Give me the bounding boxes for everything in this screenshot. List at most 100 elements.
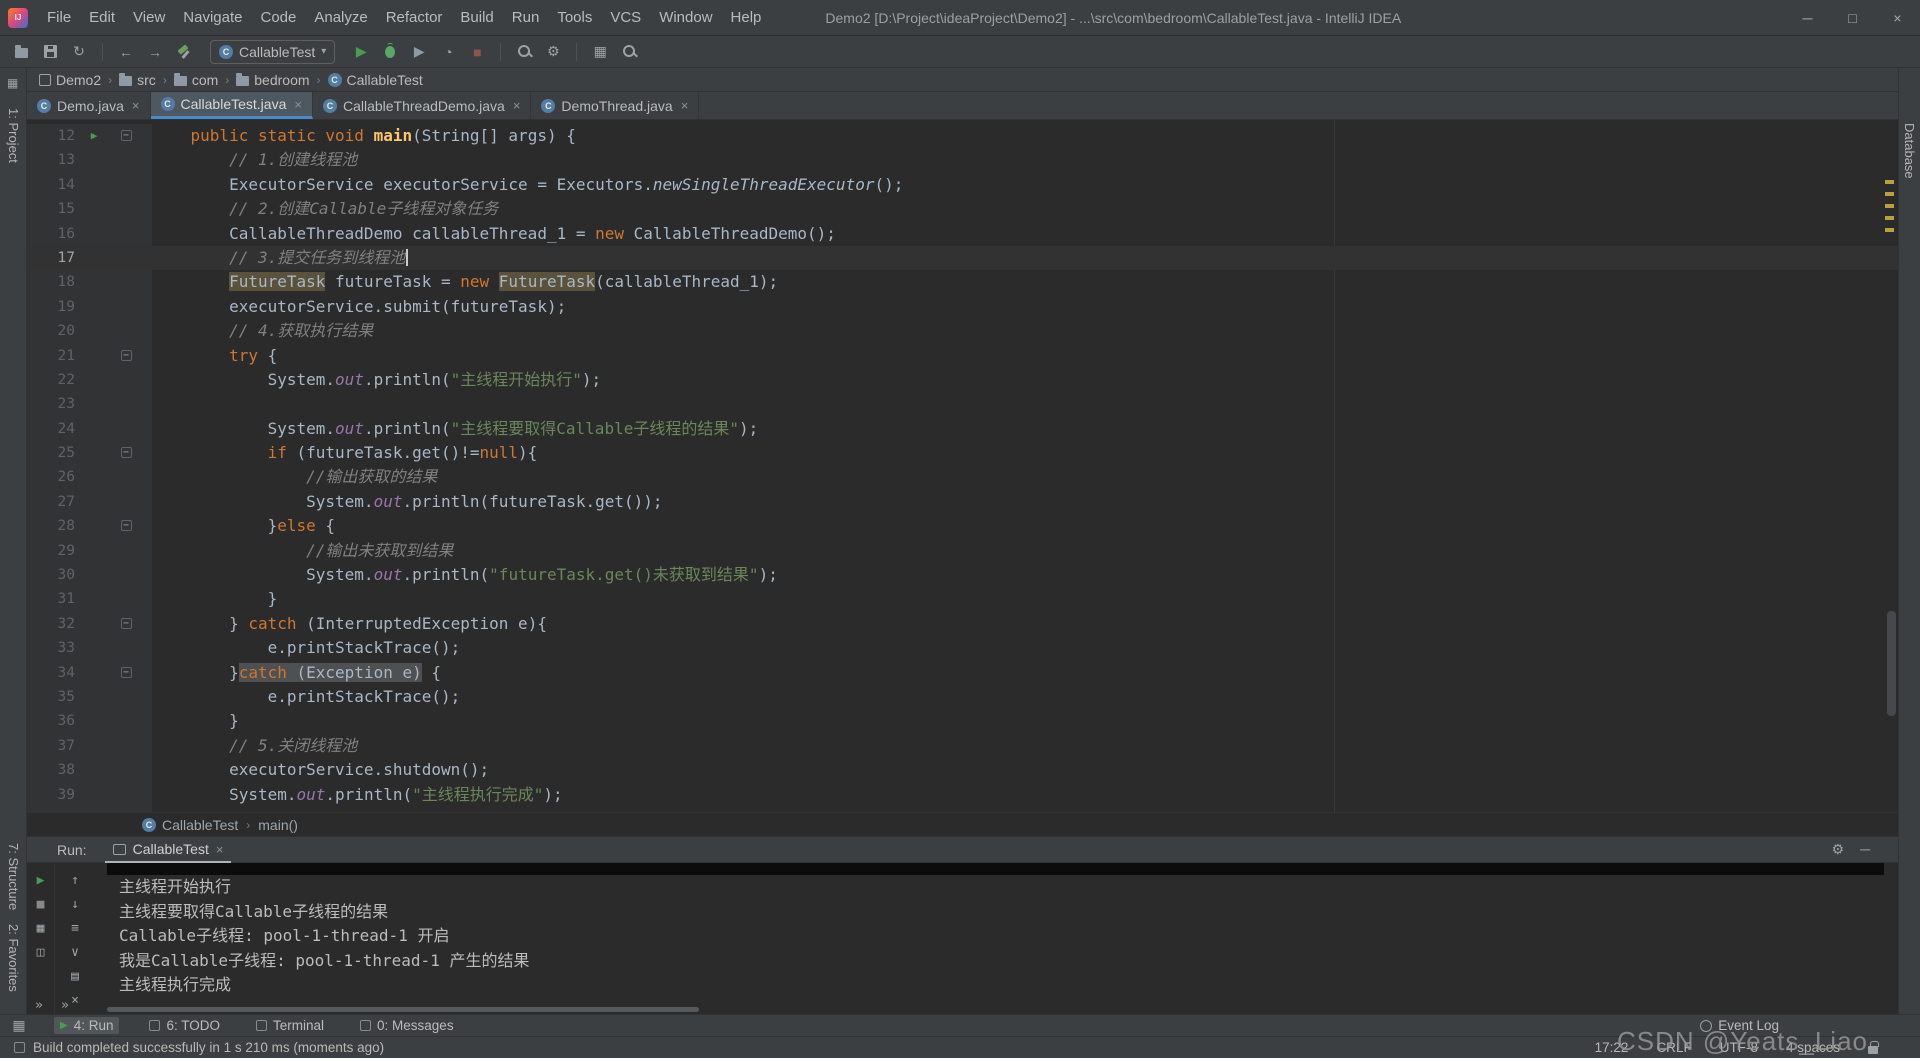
soft-wrap-icon[interactable]: ≡ bbox=[71, 921, 79, 936]
menu-analyze[interactable]: Analyze bbox=[305, 5, 376, 30]
run-line-icon[interactable]: ▶ bbox=[75, 124, 113, 148]
code-line[interactable]: 29 //输出未获取到结果 bbox=[27, 538, 1898, 564]
code-line[interactable]: 16 CallableThreadDemo callableThread_1 =… bbox=[27, 221, 1898, 246]
fold-minus-icon[interactable]: − bbox=[120, 130, 132, 141]
tool-windows-icon[interactable]: ▦ bbox=[7, 76, 18, 90]
code-line[interactable]: 32 − } catch (InterruptedException e){ bbox=[27, 611, 1898, 637]
fold-marker[interactable]: − bbox=[113, 514, 139, 538]
maximize-button[interactable]: □ bbox=[1830, 1, 1875, 35]
code-line[interactable]: 17 // 3.提交任务到线程池 bbox=[27, 245, 1898, 271]
down-stack-icon[interactable]: ↓ bbox=[71, 897, 79, 912]
run-config-combo[interactable]: C CallableTest ▾ bbox=[210, 39, 336, 64]
back-icon[interactable]: ← bbox=[115, 41, 137, 63]
rerun-icon[interactable]: ▶ bbox=[37, 873, 45, 888]
pin-tab-icon[interactable]: ◫ bbox=[37, 945, 45, 960]
menu-navigate[interactable]: Navigate bbox=[174, 5, 251, 30]
code-line[interactable]: 20 // 4.获取执行结果 bbox=[27, 319, 1898, 344]
code-line[interactable]: 12 ▶ − public static void main(String[] ar… bbox=[27, 124, 1898, 149]
menu-vcs[interactable]: VCS bbox=[601, 5, 650, 30]
open-icon[interactable] bbox=[10, 41, 32, 63]
close-icon[interactable]: × bbox=[681, 98, 689, 113]
quick-access-icon[interactable]: ▦ bbox=[8, 1015, 30, 1037]
run-console-tab[interactable]: CallableTest × bbox=[104, 837, 232, 863]
overflow-chevron-icon[interactable]: » bbox=[35, 998, 43, 1013]
code-line[interactable]: 37 // 5.关闭线程池 bbox=[27, 733, 1898, 759]
code-line[interactable]: 14 ExecutorService executorService = Exe… bbox=[27, 172, 1898, 198]
error-stripe-mark[interactable] bbox=[1885, 192, 1894, 196]
error-stripe-mark[interactable] bbox=[1885, 228, 1894, 232]
footer-breadcrumb-item[interactable]: main() bbox=[258, 817, 298, 833]
tab-demo-java[interactable]: C Demo.java × bbox=[27, 92, 151, 119]
line-ending-indicator[interactable]: CRLF bbox=[1656, 1040, 1691, 1055]
menu-build[interactable]: Build bbox=[451, 5, 502, 30]
breadcrumb-item-src[interactable]: src bbox=[119, 72, 156, 88]
error-stripe-mark[interactable] bbox=[1885, 204, 1894, 208]
code-line[interactable]: 38 executorService.shutdown(); bbox=[27, 758, 1898, 783]
build-icon[interactable] bbox=[173, 41, 195, 63]
bottom-bar-4-run[interactable]: ▶ 4: Run bbox=[54, 1017, 120, 1034]
code-line[interactable]: 15 // 2.创建Callable子线程对象任务 bbox=[27, 197, 1898, 222]
forward-icon[interactable]: → bbox=[144, 41, 166, 63]
breadcrumb-item-demo2[interactable]: Demo2 bbox=[39, 72, 101, 88]
menu-edit[interactable]: Edit bbox=[80, 5, 124, 30]
clock-indicator[interactable]: 17:22 bbox=[1595, 1040, 1629, 1055]
fold-marker[interactable]: − bbox=[113, 124, 139, 148]
code-line[interactable]: 25 − if (futureTask.get()!=null){ bbox=[27, 441, 1898, 466]
up-stack-icon[interactable]: ↑ bbox=[71, 873, 79, 888]
print-icon[interactable]: ▤ bbox=[71, 969, 79, 984]
clear-console-icon[interactable]: × bbox=[71, 993, 79, 1008]
hide-panel-icon[interactable]: ─ bbox=[1860, 841, 1870, 858]
menu-help[interactable]: Help bbox=[722, 5, 771, 30]
code-line[interactable]: 39 System.out.println("主线程执行完成"); bbox=[27, 782, 1898, 807]
code-line[interactable]: 22 System.out.println("主线程开始执行"); bbox=[27, 367, 1898, 393]
fold-marker[interactable]: − bbox=[113, 661, 139, 685]
error-stripe-mark[interactable] bbox=[1885, 180, 1894, 184]
coverage-icon[interactable]: ▶ bbox=[408, 41, 430, 63]
stop-icon[interactable]: ■ bbox=[466, 41, 488, 63]
run-console[interactable]: ▶ ■ ▦ ◫ ↑ ↓ ≡ ∨ ▤ × » » 主线程开始执行 主线程要取得Callable子线程… bbox=[27, 863, 1898, 1014]
code-editor[interactable]: 12 ▶ − public static void main(String[] ar… bbox=[27, 120, 1898, 812]
fold-minus-icon[interactable]: − bbox=[120, 447, 132, 459]
debug-icon[interactable] bbox=[379, 41, 401, 63]
tool-strip-structure[interactable]: 7: Structure bbox=[6, 843, 21, 910]
close-icon[interactable]: × bbox=[294, 97, 302, 112]
menu-code[interactable]: Code bbox=[251, 5, 305, 30]
minimize-button[interactable]: ─ bbox=[1785, 1, 1830, 35]
settings-icon[interactable]: ⚙ bbox=[542, 41, 564, 63]
code-line[interactable]: 28 − }else { bbox=[27, 514, 1898, 539]
profiler-icon[interactable]: ◔ bbox=[437, 41, 459, 63]
code-line[interactable]: 35 e.printStackTrace(); bbox=[27, 684, 1898, 710]
save-icon[interactable] bbox=[39, 41, 61, 63]
search-icon[interactable] bbox=[513, 41, 535, 63]
tool-strip-database[interactable]: Database bbox=[1902, 123, 1917, 179]
code-line[interactable]: 36 } bbox=[27, 709, 1898, 734]
editor-scrollbar[interactable] bbox=[1887, 611, 1896, 716]
bottom-bar-event-log[interactable]: Event Log bbox=[1694, 1017, 1785, 1034]
fold-minus-icon[interactable]: − bbox=[120, 520, 132, 532]
tool-strip-favorites[interactable]: 2: Favorites bbox=[6, 924, 21, 992]
code-line[interactable]: 30 System.out.println("futureTask.get()未… bbox=[27, 563, 1898, 588]
fold-minus-icon[interactable]: − bbox=[120, 349, 132, 361]
close-icon[interactable]: × bbox=[132, 98, 140, 113]
fold-marker[interactable]: − bbox=[113, 612, 139, 636]
code-line[interactable]: 23 bbox=[27, 392, 1898, 417]
menu-run[interactable]: Run bbox=[503, 5, 549, 30]
breadcrumb-item-com[interactable]: com bbox=[173, 72, 218, 88]
indent-indicator[interactable]: 4 spaces bbox=[1786, 1040, 1840, 1055]
close-console-tab-icon[interactable]: × bbox=[216, 842, 224, 857]
layout-icon[interactable]: ▦ bbox=[589, 41, 611, 63]
bottom-bar-0-messages[interactable]: 0: Messages bbox=[354, 1017, 460, 1034]
code-line[interactable]: 34 − }catch (Exception e) { bbox=[27, 660, 1898, 685]
tab-callabletest-java[interactable]: C CallableTest.java × bbox=[150, 92, 313, 119]
code-line[interactable]: 31 } bbox=[27, 587, 1898, 612]
code-line[interactable]: 26 //输出获取的结果 bbox=[27, 465, 1898, 490]
code-line[interactable]: 24 System.out.println("主线程要取得Callable子线程… bbox=[27, 416, 1898, 442]
overflow-chevron-icon[interactable]: » bbox=[61, 998, 69, 1013]
code-line[interactable]: 18 FutureTask futureTask = new FutureTas… bbox=[27, 270, 1898, 295]
menu-refactor[interactable]: Refactor bbox=[377, 5, 452, 30]
menu-window[interactable]: Window bbox=[650, 5, 721, 30]
menu-file[interactable]: File bbox=[38, 5, 80, 30]
fold-minus-icon[interactable]: − bbox=[120, 666, 132, 678]
fold-marker[interactable]: − bbox=[113, 344, 139, 368]
sync-icon[interactable]: ↻ bbox=[68, 41, 90, 63]
